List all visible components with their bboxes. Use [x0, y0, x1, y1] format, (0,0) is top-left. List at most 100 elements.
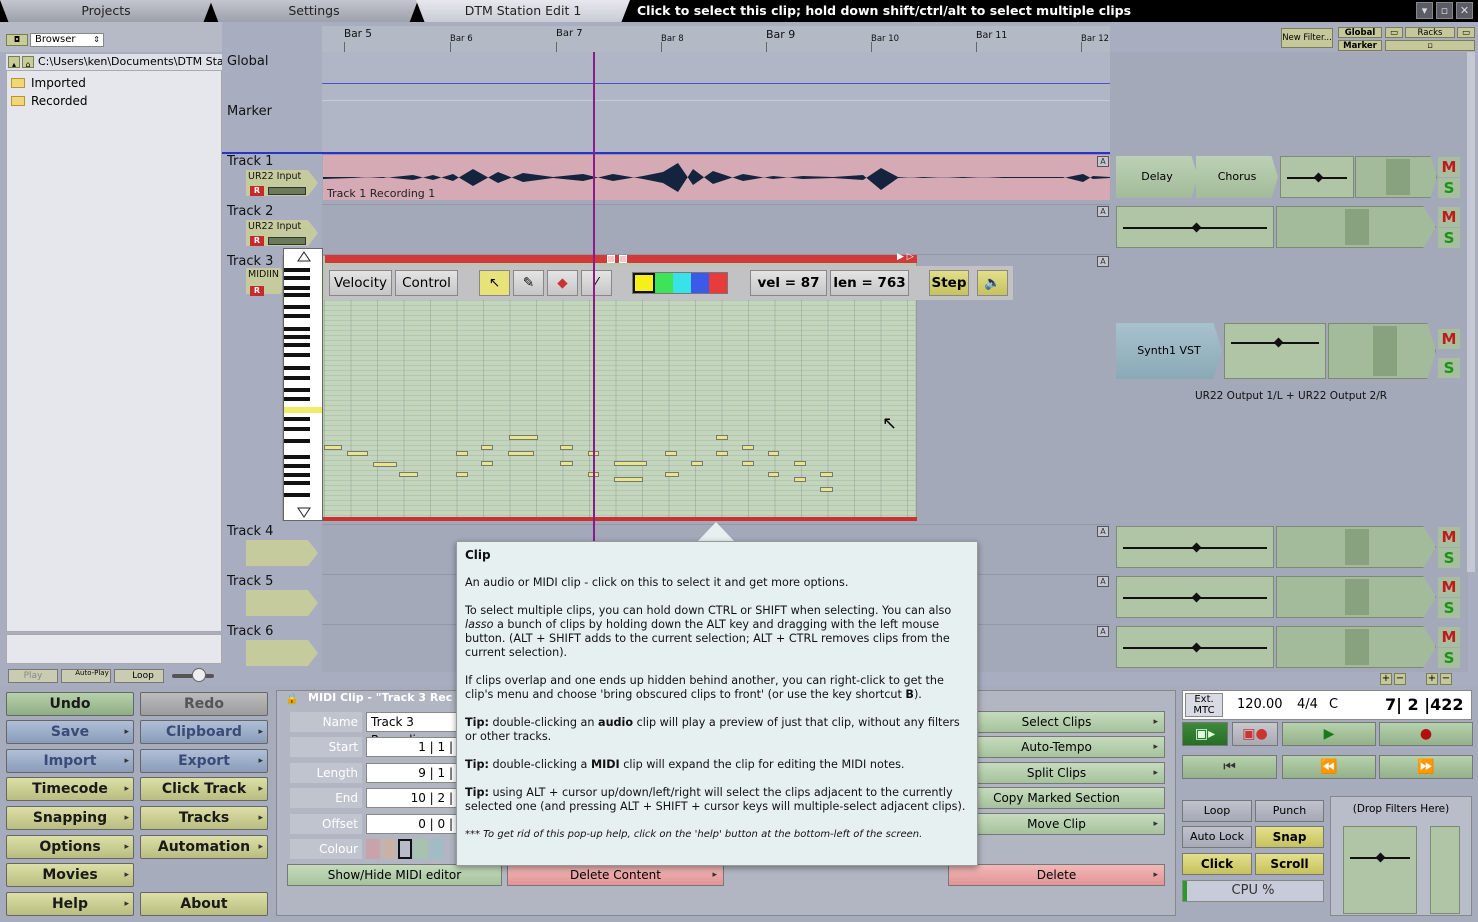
midi-note[interactable]	[614, 477, 643, 482]
volume-fader[interactable]	[1276, 526, 1436, 568]
play-clip-icon[interactable]: ▶ ▷	[897, 252, 914, 262]
clip-handle-icon[interactable]	[607, 255, 615, 263]
mute-button[interactable]: M	[1438, 329, 1460, 349]
folder-imported[interactable]: Imported	[11, 76, 86, 90]
velocity-button[interactable]: Velocity	[329, 270, 392, 296]
track-name[interactable]: Track 2	[227, 204, 273, 219]
velocity-readout[interactable]: vel = 87	[750, 270, 827, 296]
auto-tempo-button[interactable]: Auto-Tempo	[948, 736, 1165, 758]
track-lane-2[interactable]	[322, 204, 1110, 254]
play-icon[interactable]: ▶	[1282, 722, 1376, 746]
tab-settings[interactable]: Settings	[210, 0, 418, 22]
zoom-in-icon[interactable]: +	[1426, 673, 1438, 685]
track-input[interactable]	[246, 590, 318, 616]
track-name[interactable]: Track 5	[227, 574, 273, 589]
volume-fader[interactable]	[1276, 206, 1436, 248]
automation-menu-button[interactable]: Automation	[140, 835, 268, 859]
rewind-icon[interactable]: ⏪	[1282, 755, 1376, 779]
speaker-icon[interactable]: 🔈	[977, 270, 1008, 296]
mute-button[interactable]: M	[1438, 527, 1460, 547]
solo-button[interactable]: S	[1438, 598, 1460, 618]
pan-fader[interactable]	[1116, 626, 1274, 668]
options-button[interactable]: Options	[6, 835, 134, 859]
midi-note[interactable]	[347, 451, 368, 456]
eraser-tool-icon[interactable]: ◆	[547, 270, 578, 296]
color-swatch[interactable]	[709, 273, 727, 293]
position-display[interactable]: 7| 2 |422	[1385, 695, 1464, 714]
record-arm-button[interactable]: R	[250, 186, 264, 196]
midi-note[interactable]	[508, 451, 534, 456]
zoom-out-icon[interactable]: −	[1440, 673, 1452, 685]
midi-note[interactable]	[560, 445, 573, 450]
master-volume-fader[interactable]	[1430, 826, 1460, 914]
scroll-button[interactable]: Scroll	[1255, 853, 1324, 875]
racks-button[interactable]: Racks	[1405, 27, 1455, 38]
midi-note[interactable]	[614, 461, 647, 466]
length-field[interactable]: 9 | 1 |	[366, 763, 460, 783]
key-display[interactable]: C	[1329, 697, 1338, 712]
colour-swatch[interactable]	[382, 839, 396, 859]
slider-thumb[interactable]	[192, 668, 206, 682]
midi-note[interactable]	[768, 472, 779, 477]
automation-button[interactable]: A	[1097, 256, 1109, 267]
maximize-icon[interactable]: ▫	[1436, 2, 1453, 19]
control-button[interactable]: Control	[395, 270, 458, 296]
solo-button[interactable]: S	[1438, 548, 1460, 568]
auto-record-icon[interactable]: ▣●	[1232, 722, 1278, 746]
volume-fader[interactable]	[1276, 576, 1436, 618]
color-swatch[interactable]	[655, 273, 673, 293]
midi-note[interactable]	[399, 472, 418, 477]
fast-forward-icon[interactable]: ⏩	[1379, 755, 1473, 779]
record-arm-button[interactable]: R	[250, 236, 264, 246]
colour-swatch[interactable]	[430, 839, 444, 859]
pan-fader[interactable]	[1280, 156, 1354, 198]
clip-handle-icon[interactable]	[619, 255, 627, 263]
track-input[interactable]	[246, 640, 318, 666]
ext-mtc-button[interactable]: Ext. MTC	[1185, 693, 1223, 717]
volume-fader[interactable]	[1328, 323, 1436, 379]
mute-button[interactable]: M	[1438, 207, 1460, 227]
pan-fader[interactable]	[1116, 576, 1274, 618]
rack-list-button[interactable]: ▫	[1385, 40, 1475, 51]
solo-button[interactable]: S	[1438, 648, 1460, 668]
solo-button[interactable]: S	[1438, 358, 1460, 378]
color-swatch[interactable]	[691, 273, 709, 293]
rack-menu-icon[interactable]: ▭	[1457, 27, 1475, 38]
solo-button[interactable]: S	[1438, 178, 1460, 198]
tempo-display[interactable]: 120.00	[1237, 697, 1283, 712]
solo-button[interactable]: S	[1438, 228, 1460, 248]
automation-button[interactable]: A	[1097, 156, 1109, 167]
note-color-palette[interactable]	[632, 272, 728, 294]
colour-swatch[interactable]	[414, 839, 428, 859]
mute-button[interactable]: M	[1438, 577, 1460, 597]
browser-mode-select[interactable]: Browser ⇕	[30, 33, 104, 47]
midi-note[interactable]	[794, 461, 806, 466]
midi-note[interactable]	[324, 445, 342, 450]
color-swatch[interactable]	[633, 273, 655, 293]
global-lane[interactable]	[322, 52, 1110, 152]
volume-fader[interactable]	[1355, 156, 1437, 198]
marker-toggle[interactable]: Marker	[1338, 40, 1382, 51]
track-input[interactable]	[246, 540, 318, 566]
about-button[interactable]: About	[140, 892, 268, 916]
play-button[interactable]: Play	[8, 669, 58, 683]
rack-icon[interactable]: ▭	[1385, 27, 1403, 38]
copy-marked-section-button[interactable]: Copy Marked Section	[948, 787, 1165, 809]
automation-button[interactable]: A	[1097, 526, 1109, 537]
movies-button[interactable]: Movies	[6, 863, 134, 887]
go-to-start-icon[interactable]: ⏮	[1182, 755, 1277, 779]
show-hide-midi-editor-button[interactable]: Show/Hide MIDI editor	[287, 864, 502, 886]
click-track-button[interactable]: Click Track	[140, 777, 268, 801]
synth-plugin[interactable]: Synth1 VST	[1116, 323, 1222, 379]
chorus-plugin[interactable]: Chorus	[1196, 156, 1278, 198]
close-icon[interactable]: ✕	[1456, 2, 1473, 19]
track-name[interactable]: Track 4	[227, 524, 273, 539]
split-clips-button[interactable]: Split Clips	[948, 762, 1165, 784]
zoom-in-icon[interactable]: +	[1380, 673, 1392, 685]
loop-button[interactable]: Loop	[1182, 800, 1252, 822]
help-button[interactable]: Help	[6, 892, 134, 916]
automation-button[interactable]: A	[1097, 206, 1109, 217]
pan-fader[interactable]	[1224, 323, 1326, 379]
select-tool-icon[interactable]: ↖	[479, 270, 510, 296]
piano-keyboard[interactable]	[283, 248, 323, 521]
